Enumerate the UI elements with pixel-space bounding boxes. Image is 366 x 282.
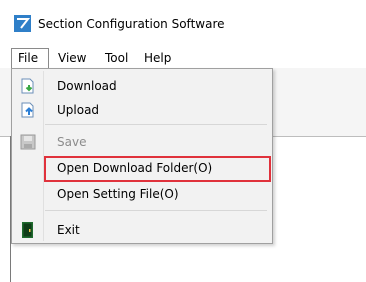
menu-item-exit[interactable]: Exit	[14, 219, 270, 241]
menu-view-label: View	[58, 51, 87, 65]
menu-help-label: Help	[144, 51, 172, 65]
menu-file-label: File	[18, 51, 39, 65]
menu-item-download[interactable]: Download	[14, 75, 270, 97]
menu-item-upload[interactable]: Upload	[14, 99, 270, 121]
highlight-box	[44, 156, 271, 182]
menu-item-save[interactable]: Save	[14, 131, 270, 153]
menu-item-upload-label: Upload	[57, 103, 100, 117]
menu-separator	[45, 210, 267, 211]
window-title: Section Configuration Software	[38, 17, 225, 31]
menu-item-exit-label: Exit	[57, 223, 80, 237]
menu-item-save-label: Save	[57, 135, 87, 149]
download-icon	[21, 78, 34, 94]
exit-icon	[22, 222, 33, 238]
app-icon	[14, 15, 31, 32]
menu-separator	[45, 124, 267, 125]
menu-item-download-label: Download	[57, 79, 117, 93]
menu-tool[interactable]: Tool	[105, 48, 128, 68]
save-icon	[20, 134, 36, 150]
menu-item-open-setting-file-label: Open Setting File(O)	[57, 187, 179, 201]
upload-icon	[21, 102, 34, 118]
menu-view[interactable]: View	[58, 48, 86, 68]
menu-help[interactable]: Help	[144, 48, 171, 68]
menu-item-open-setting-file[interactable]: Open Setting File(O)	[14, 183, 270, 205]
menu-file[interactable]: File	[11, 48, 49, 68]
menu-tool-label: Tool	[105, 51, 129, 65]
title-bar: Section Configuration Software	[0, 0, 366, 48]
menu-bar: File View Tool Help	[0, 48, 366, 68]
app-window: Section Configuration Software File View…	[0, 0, 366, 282]
